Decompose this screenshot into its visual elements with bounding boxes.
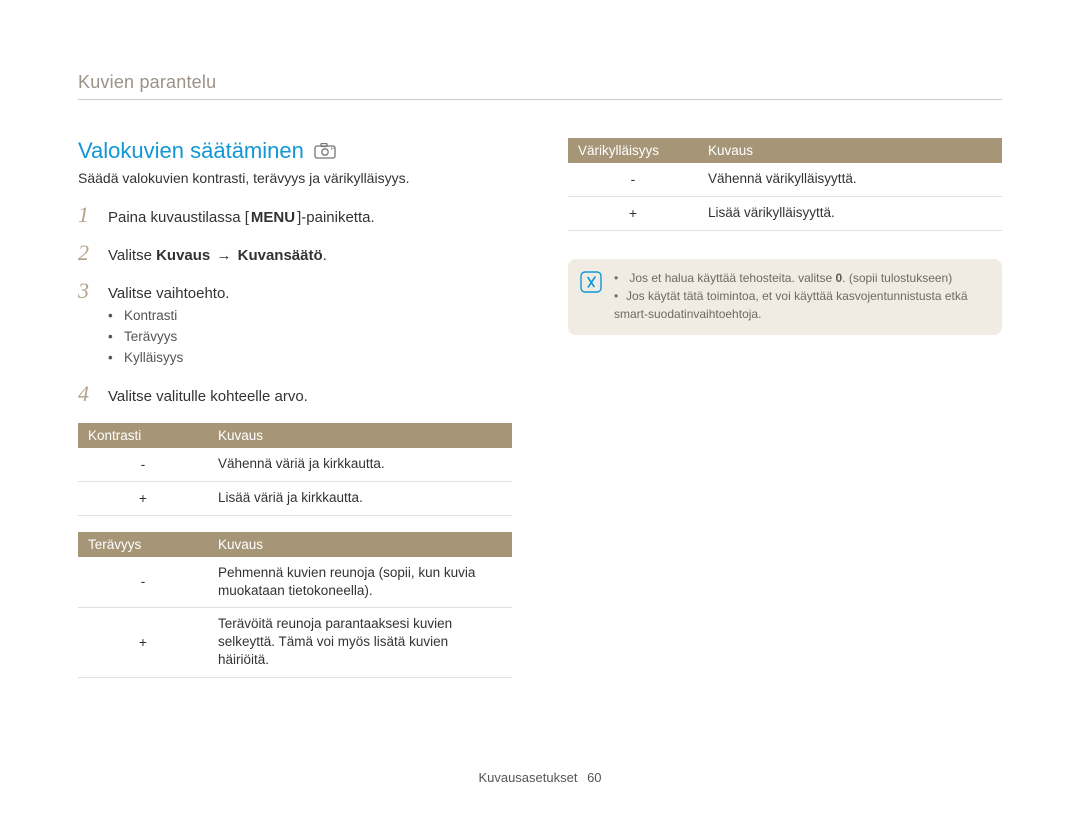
step-number: 3 xyxy=(78,280,96,302)
note-list: Jos et halua käyttää tehosteita. valitse… xyxy=(614,269,988,323)
table-row: - Vähennä väriä ja kirkkautta. xyxy=(78,448,512,481)
bullet-item: Kylläisyys xyxy=(108,348,229,369)
menu-button-label: MENU xyxy=(249,207,297,228)
breadcrumb: Kuvien parantelu xyxy=(78,72,1002,100)
step-number: 4 xyxy=(78,383,96,405)
arrow-right-icon: → xyxy=(214,247,233,264)
table-header: Kontrasti xyxy=(78,423,208,448)
table-varikyllaisyys: Värikylläisyys Kuvaus - Vähennä värikyll… xyxy=(568,138,1002,231)
footer-section: Kuvausasetukset xyxy=(478,770,577,785)
sign-cell: - xyxy=(78,448,208,481)
table-row: - Vähennä värikylläisyyttä. xyxy=(568,163,1002,196)
table-row: + Lisää väriä ja kirkkautta. xyxy=(78,481,512,515)
info-icon xyxy=(580,271,602,323)
table-header: Kuvaus xyxy=(208,423,512,448)
desc-cell: Terävöitä reunoja parantaaksesi kuvien s… xyxy=(208,607,512,677)
table-teravyys: Terävyys Kuvaus - Pehmennä kuvien reunoj… xyxy=(78,532,512,678)
table-row: - Pehmennä kuvien reunoja (sopii, kun ku… xyxy=(78,557,512,608)
section-title-text: Valokuvien säätäminen xyxy=(78,138,304,164)
table-header: Terävyys xyxy=(78,532,208,557)
left-column: Valokuvien säätäminen P Säädä valokuvien… xyxy=(78,138,512,678)
step-number: 1 xyxy=(78,204,96,226)
table-header: Kuvaus xyxy=(698,138,1002,163)
table-header: Värikylläisyys xyxy=(568,138,698,163)
desc-cell: Vähennä värikylläisyyttä. xyxy=(698,163,1002,196)
svg-text:P: P xyxy=(331,146,335,152)
step-3: 3 Valitse vaihtoehto. Kontrasti Terävyys… xyxy=(78,280,512,369)
table-row: + Lisää värikylläisyyttä. xyxy=(568,196,1002,230)
step-2: 2 Valitse Kuvaus → Kuvansäätö. xyxy=(78,242,512,266)
sign-cell: + xyxy=(568,196,698,230)
sign-cell: + xyxy=(78,607,208,677)
page-number: 60 xyxy=(587,770,601,785)
desc-cell: Pehmennä kuvien reunoja (sopii, kun kuvi… xyxy=(208,557,512,608)
table-kontrasti: Kontrasti Kuvaus - Vähennä väriä ja kirk… xyxy=(78,423,512,516)
step-text: Valitse vaihtoehto. Kontrasti Terävyys K… xyxy=(108,283,229,369)
sign-cell: - xyxy=(568,163,698,196)
option-bullets: Kontrasti Terävyys Kylläisyys xyxy=(108,306,229,369)
step-text: Valitse Kuvaus → Kuvansäätö. xyxy=(108,245,327,266)
bullet-item: Terävyys xyxy=(108,327,229,348)
desc-cell: Vähennä väriä ja kirkkautta. xyxy=(208,448,512,481)
table-row: + Terävöitä reunoja parantaaksesi kuvien… xyxy=(78,607,512,677)
note-item: Jos käytät tätä toimintoa, et voi käyttä… xyxy=(614,287,988,323)
desc-cell: Lisää väriä ja kirkkautta. xyxy=(208,481,512,515)
steps-list: 1 Paina kuvaustilassa [MENU]-painiketta.… xyxy=(78,204,512,407)
page-footer: Kuvausasetukset 60 xyxy=(0,770,1080,785)
desc-cell: Lisää värikylläisyyttä. xyxy=(698,196,1002,230)
step-4: 4 Valitse valitulle kohteelle arvo. xyxy=(78,383,512,407)
sign-cell: - xyxy=(78,557,208,608)
step-text: Paina kuvaustilassa [MENU]-painiketta. xyxy=(108,207,375,228)
section-title: Valokuvien säätäminen P xyxy=(78,138,512,164)
camera-icon: P xyxy=(314,143,336,159)
right-column: Värikylläisyys Kuvaus - Vähennä värikyll… xyxy=(568,138,1002,678)
step-number: 2 xyxy=(78,242,96,264)
table-header: Kuvaus xyxy=(208,532,512,557)
sign-cell: + xyxy=(78,481,208,515)
step-1: 1 Paina kuvaustilassa [MENU]-painiketta. xyxy=(78,204,512,228)
step-text: Valitse valitulle kohteelle arvo. xyxy=(108,386,308,407)
note-item: Jos et halua käyttää tehosteita. valitse… xyxy=(614,269,988,287)
note-box: Jos et halua käyttää tehosteita. valitse… xyxy=(568,259,1002,335)
bullet-item: Kontrasti xyxy=(108,306,229,327)
section-subtitle: Säädä valokuvien kontrasti, terävyys ja … xyxy=(78,170,512,186)
